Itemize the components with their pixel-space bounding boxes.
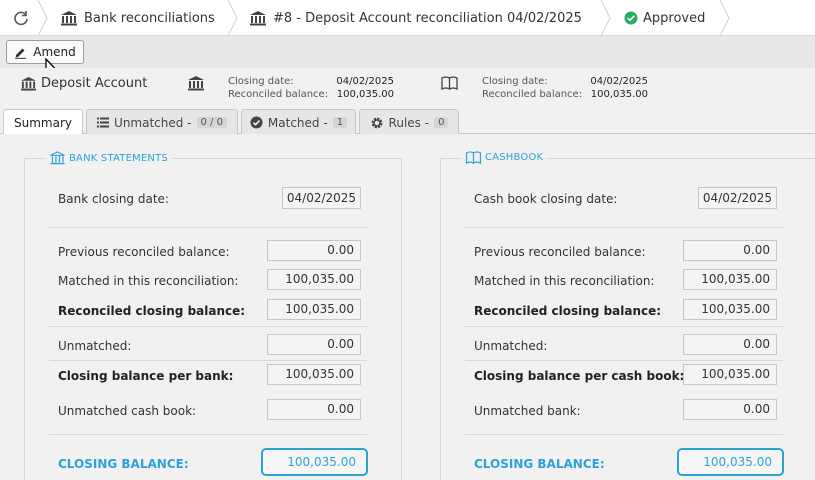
bank-icon: [20, 76, 37, 91]
breadcrumb-separator: [600, 0, 611, 37]
matched-in-reconciliation-value: 100,035.00: [683, 269, 777, 290]
divider: [465, 360, 783, 361]
reconciled-closing-balance-value: 100,035.00: [683, 299, 777, 320]
panel-title: BANK STATEMENTS: [69, 152, 168, 164]
closing-balance-per-cash-book-label: Closing balance per cash book:: [474, 369, 685, 383]
cashbook-closing-date-field[interactable]: 04/02/2025: [698, 187, 777, 209]
bank-icon: [49, 151, 66, 165]
tab-matched[interactable]: Matched - 1: [241, 109, 356, 135]
tab-count: 0 / 0: [196, 117, 227, 128]
divider: [49, 434, 367, 435]
bank-icon: [60, 10, 78, 26]
list-icon: [97, 117, 110, 128]
reconciled-closing-balance-label: Reconciled closing balance:: [474, 304, 662, 318]
bank-icon: [187, 75, 205, 91]
bank-closing-date-label: Closing date:: [228, 76, 294, 87]
unmatched-bank-value: 0.00: [683, 399, 777, 420]
previous-reconciled-balance-value: 0.00: [267, 240, 361, 261]
refresh-icon: [12, 9, 30, 27]
cashbook-reconciled-balance-label: Reconciled balance:: [482, 89, 583, 100]
book-icon: [465, 151, 482, 164]
previous-reconciled-balance-value: 0.00: [683, 240, 777, 261]
unmatched-label: Unmatched:: [58, 339, 132, 353]
matched-in-reconciliation-label: Matched in this reconciliation:: [474, 274, 655, 288]
bank-icon: [249, 10, 267, 26]
bank-reconciled-balance-label: Reconciled balance:: [228, 89, 329, 100]
book-icon: [441, 76, 458, 90]
previous-reconciled-balance-label: Previous reconciled balance:: [58, 245, 230, 259]
matched-in-reconciliation-label: Matched in this reconciliation:: [58, 274, 239, 288]
bank-reconciled-balance-value: 100,035.00: [336, 89, 394, 100]
breadcrumb-separator: [37, 0, 48, 37]
tab-label: Rules -: [388, 115, 430, 130]
reconciled-closing-balance-label: Reconciled closing balance:: [58, 304, 246, 318]
toolbar: Amend: [0, 36, 815, 86]
status-badge: Approved: [624, 0, 705, 36]
tab-label: Unmatched -: [114, 115, 192, 130]
tab-bar: Summary Unmatched - 0 / 0 Matched - 1 Ru…: [0, 108, 815, 136]
reconciled-closing-balance-value: 100,035.00: [267, 299, 361, 320]
tab-label: Matched -: [267, 115, 328, 130]
cashbook-panel: CASHBOOK Cash book closing date: 04/02/2…: [440, 151, 815, 480]
account-name: Deposit Account: [20, 76, 147, 91]
unmatched-value: 0.00: [267, 334, 361, 355]
breadcrumb-label: #8 - Deposit Account reconciliation 04/0…: [273, 10, 582, 26]
check-circle-icon: [624, 11, 638, 25]
status-label: Approved: [643, 10, 706, 26]
previous-reconciled-balance-label: Previous reconciled balance:: [474, 245, 646, 259]
divider: [465, 227, 783, 228]
divider: [465, 326, 783, 327]
tab-summary[interactable]: Summary: [3, 109, 83, 136]
cashbook-title: CASHBOOK: [461, 151, 548, 164]
panel-title: CASHBOOK: [485, 152, 544, 163]
gear-icon: [370, 116, 384, 130]
divider: [49, 360, 367, 361]
account-name-label: Deposit Account: [41, 76, 148, 91]
cashbook-closing-date-label: Closing date:: [482, 76, 548, 87]
bank-statements-panel: BANK STATEMENTS Bank closing date: 04/02…: [24, 151, 402, 480]
unmatched-cash-book-value: 0.00: [267, 399, 361, 420]
unmatched-value: 0.00: [683, 334, 777, 355]
tab-rules[interactable]: Rules - 0: [359, 109, 459, 135]
closing-balance-label: CLOSING BALANCE:: [58, 457, 189, 471]
breadcrumb-bank-reconciliations[interactable]: Bank reconciliations: [60, 0, 215, 36]
tab-count: 0: [434, 117, 449, 128]
pencil-icon: [14, 46, 27, 59]
breadcrumb-separator: [719, 0, 730, 37]
divider: [49, 227, 367, 228]
unmatched-bank-label: Unmatched bank:: [474, 404, 581, 418]
cashbook-reconciled-balance-value: 100,035.00: [590, 89, 648, 100]
bank-closing-date-label: Bank closing date:: [58, 192, 169, 206]
bank-closing-date-field[interactable]: 04/02/2025: [282, 187, 361, 209]
bank-statements-title: BANK STATEMENTS: [45, 151, 172, 165]
closing-balance-label: CLOSING BALANCE:: [474, 457, 605, 471]
divider: [49, 326, 367, 327]
breadcrumb-label: Bank reconciliations: [84, 10, 215, 26]
account-summary-bar: Deposit Account Closing date: 04/02/2025…: [0, 68, 815, 108]
matched-in-reconciliation-value: 100,035.00: [267, 269, 361, 290]
closing-balance-value: 100,035.00: [677, 448, 784, 476]
closing-balance-per-bank-label: Closing balance per bank:: [58, 369, 234, 383]
cashbook-closing-date-value: 04/02/2025: [590, 76, 648, 87]
tab-unmatched[interactable]: Unmatched - 0 / 0: [86, 109, 238, 135]
breadcrumb: Bank reconciliations #8 - Deposit Accoun…: [0, 0, 815, 37]
divider: [465, 434, 783, 435]
summary-content: BANK STATEMENTS Bank closing date: 04/02…: [0, 134, 815, 480]
closing-balance-value: 100,035.00: [261, 448, 368, 476]
unmatched-label: Unmatched:: [474, 339, 548, 353]
breadcrumb-separator: [227, 0, 238, 37]
bank-closing-date-value: 04/02/2025: [336, 76, 394, 87]
refresh-button[interactable]: [12, 0, 30, 36]
breadcrumb-current-reconciliation[interactable]: #8 - Deposit Account reconciliation 04/0…: [249, 0, 582, 36]
tab-label: Summary: [14, 116, 72, 130]
cashbook-closing-date-label: Cash book closing date:: [474, 192, 618, 206]
unmatched-cash-book-label: Unmatched cash book:: [58, 404, 197, 418]
closing-balance-per-bank-value: 100,035.00: [267, 364, 361, 385]
tab-count: 1: [332, 117, 348, 128]
closing-balance-per-cash-book-value: 100,035.00: [683, 364, 777, 385]
check-circle-icon: [250, 116, 263, 129]
amend-label: Amend: [33, 45, 76, 59]
